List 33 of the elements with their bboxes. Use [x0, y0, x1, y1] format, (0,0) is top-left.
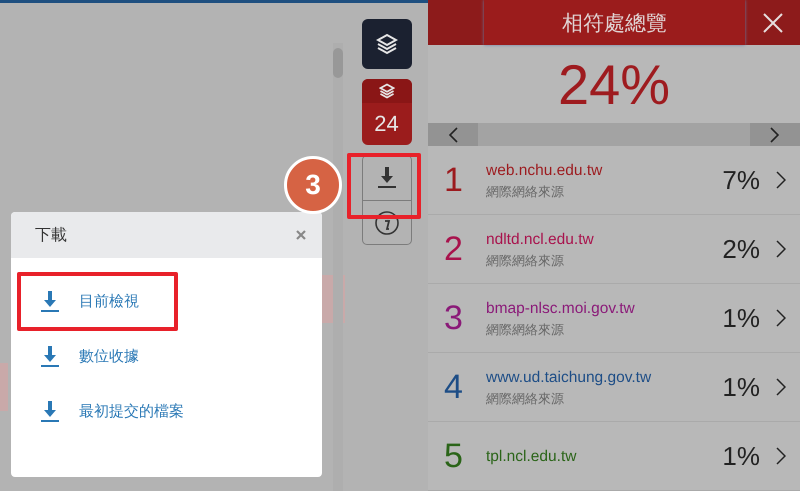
source-domain: bmap-nlsc.moi.gov.tw: [486, 300, 636, 318]
source-domain: ndltd.ncl.edu.tw: [486, 230, 595, 248]
match-count: 24: [374, 110, 399, 138]
source-row[interactable]: 3 bmap-nlsc.moi.gov.tw 網際網絡來源 1%: [428, 284, 800, 353]
step-number: 3: [305, 169, 321, 201]
download-option[interactable]: 目前檢視: [21, 280, 145, 324]
source-row[interactable]: 4 www.ud.taichung.gov.tw 網際網絡來源 1%: [428, 353, 800, 422]
source-row[interactable]: 5 tpl.ncl.edu.tw 1%: [428, 422, 800, 491]
source-row[interactable]: 2 ndltd.ncl.edu.tw 網際網絡來源 2%: [428, 215, 800, 284]
source-percentage: 1%: [722, 440, 760, 472]
source-row[interactable]: 1 web.nchu.edu.tw 網際網絡來源 7%: [428, 146, 800, 215]
match-count-badge[interactable]: 24: [362, 79, 412, 145]
dialog-title: 下載: [35, 226, 67, 246]
source-percentage: 7%: [722, 164, 760, 196]
source-type: 網際網絡來源: [486, 320, 565, 338]
source-rank: 4: [444, 368, 464, 406]
source-type: 網際網絡來源: [486, 390, 565, 408]
source-type: 網際網絡來源: [486, 182, 565, 200]
source-rank: 1: [444, 160, 464, 200]
source-percentage: 2%: [722, 234, 760, 264]
download-option[interactable]: 最初提交的檔案: [21, 390, 190, 434]
download-option[interactable]: 數位收據: [21, 334, 145, 378]
source-percentage: 1%: [722, 302, 760, 334]
source-rank: 2: [444, 230, 464, 268]
similarity-percentage: 24%: [558, 52, 670, 117]
source-percentage: 1%: [722, 372, 760, 402]
source-rank: 5: [444, 436, 464, 476]
source-type: 網際網絡來源: [486, 252, 565, 270]
source-domain: tpl.ncl.edu.tw: [486, 448, 578, 466]
source-domain: web.nchu.edu.tw: [486, 162, 604, 180]
panel-title: 相符處總覽: [484, 0, 745, 46]
source-rank: 3: [444, 298, 464, 338]
source-domain: www.ud.taichung.gov.tw: [486, 368, 652, 386]
